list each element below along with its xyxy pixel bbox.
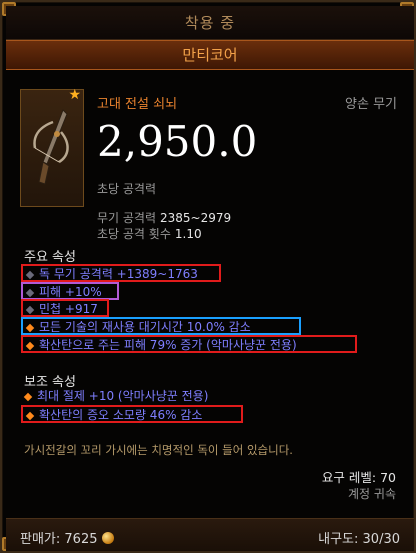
- durability-value: 30/30: [362, 532, 400, 547]
- affix-cooldown-reduction: 모든 기술의 재사용 대기시간 10.0% 감소: [21, 317, 301, 335]
- tooltip-footer: 판매가: 7625 내구도: 30/30: [6, 518, 414, 551]
- attack-speed-label: 초당 공격 횟수: [97, 227, 171, 241]
- flavor-text: 가시전갈의 꼬리 가시에는 치명적인 독이 들어 있습니다.: [24, 443, 293, 457]
- required-level: 요구 레벨: 70: [321, 470, 396, 485]
- affix-text: 민첩 +917: [39, 302, 98, 316]
- primary-attributes-title: 주요 속성: [24, 250, 76, 265]
- affix-bullet-icon: [25, 270, 35, 279]
- affix-bullet-icon: [23, 392, 33, 401]
- attack-speed-row: 초당 공격 횟수 1.10: [97, 225, 202, 242]
- durability-label: 내구도:: [318, 532, 359, 547]
- affix-bullet-icon: [25, 305, 35, 314]
- affix-multishot-damage: 확산탄으로 주는 피해 79% 증가 (악마사냥꾼 전용): [21, 335, 357, 353]
- sell-price-label: 판매가:: [20, 532, 61, 547]
- affix-text: 모든 기술의 재사용 대기시간 10.0% 감소: [39, 320, 251, 334]
- item-name: 만티코어: [6, 40, 414, 70]
- equipped-header: 착용 중: [6, 6, 414, 40]
- affix-bullet-icon: [25, 323, 35, 332]
- durability: 내구도: 30/30: [318, 528, 400, 547]
- sell-price-value: 7625: [64, 532, 98, 547]
- attack-speed-value: 1.10: [174, 227, 202, 241]
- weapon-damage-value: 2385~2979: [160, 211, 232, 225]
- affix-bullet-icon: [25, 411, 35, 420]
- account-bound: 계정 귀속: [348, 487, 396, 501]
- affix-text: 독 무기 공격력 +1389~1763: [39, 267, 198, 281]
- item-tooltip: 착용 중 만티코어 ★ 고대 전설 쇠뇌 양손 무기 2,950.0 초당 공격…: [0, 0, 416, 553]
- affix-max-discipline: 최대 절제 +10 (악마사냥꾼 전용): [21, 388, 261, 406]
- affix-text: 최대 절제 +10 (악마사냥꾼 전용): [37, 389, 209, 403]
- affix-poison-damage: 독 무기 공격력 +1389~1763: [21, 264, 221, 282]
- star-icon: ★: [68, 87, 81, 103]
- affix-text: 확산탄의 증오 소모량 46% 감소: [39, 408, 203, 422]
- affix-hatred-cost: 확산탄의 증오 소모량 46% 감소: [21, 405, 243, 423]
- item-slot: 양손 무기: [345, 97, 397, 112]
- affix-bullet-icon: [25, 341, 35, 350]
- affix-dexterity: 민첩 +917: [21, 299, 109, 317]
- weapon-damage-row: 무기 공격력 2385~2979: [97, 209, 231, 226]
- item-icon-frame: ★: [20, 87, 84, 207]
- affix-text: 피해 +10%: [39, 285, 102, 299]
- dps-value: 2,950.0: [97, 117, 258, 166]
- affix-bullet-icon: [25, 288, 35, 297]
- affix-text: 확산탄으로 주는 피해 79% 증가 (악마사냥꾼 전용): [39, 338, 297, 352]
- crossbow-icon: [33, 109, 69, 185]
- weapon-damage-label: 무기 공격력: [97, 211, 157, 225]
- sell-price: 판매가: 7625: [20, 528, 114, 547]
- item-type: 고대 전설 쇠뇌: [97, 97, 178, 112]
- gold-coin-icon: [101, 532, 114, 544]
- dps-label: 초당 공격력: [97, 182, 157, 196]
- affix-damage-percent: 피해 +10%: [21, 282, 119, 300]
